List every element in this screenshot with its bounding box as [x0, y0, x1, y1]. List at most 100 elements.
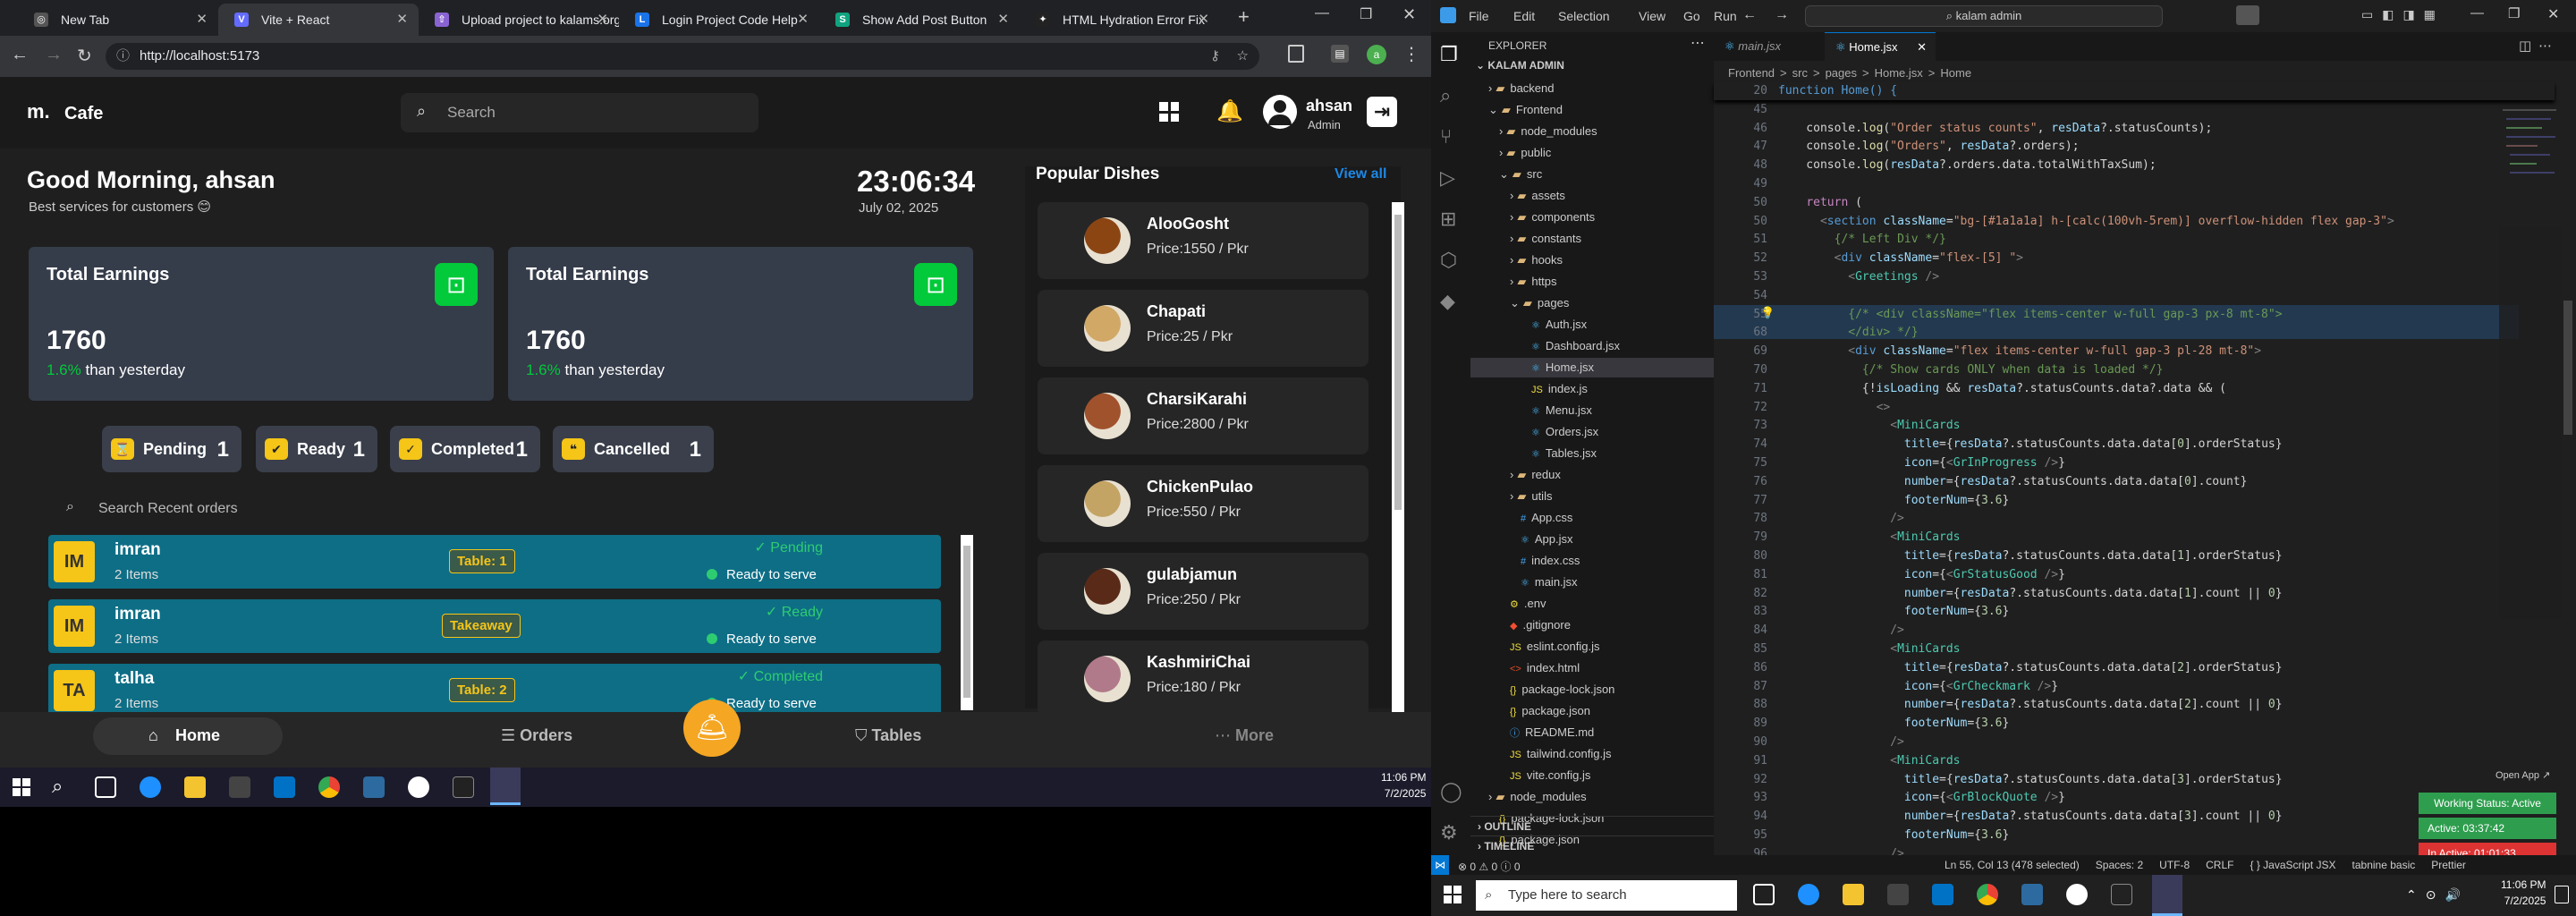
- close-window-button[interactable]: ✕: [2547, 5, 2559, 23]
- mail-icon[interactable]: [1932, 884, 1953, 905]
- dishes-scrollbar[interactable]: [1392, 202, 1404, 712]
- task-view-icon[interactable]: [95, 776, 116, 798]
- tree-item[interactable]: › ▰ https: [1470, 272, 1714, 292]
- edge-icon[interactable]: [140, 776, 161, 798]
- minimap[interactable]: [2499, 82, 2562, 619]
- search-icon[interactable]: ⌕: [1440, 84, 1451, 107]
- menu-item-selection[interactable]: Selection: [1558, 9, 1610, 23]
- tree-item[interactable]: ⚛ Orders.jsx: [1470, 422, 1714, 442]
- browser-tab[interactable]: ⇧ Upload project to kalams.org ✕: [419, 4, 619, 36]
- code-line[interactable]: console.log("Order status counts", resDa…: [1778, 122, 2212, 135]
- menu-item-view[interactable]: View: [1639, 9, 1665, 23]
- tree-item[interactable]: ⚛ Dashboard.jsx: [1470, 336, 1714, 356]
- maximize-button[interactable]: ❐: [2508, 5, 2520, 21]
- nav-tables[interactable]: ⛉ Tables: [855, 726, 921, 745]
- tree-item[interactable]: › ▰ node_modules: [1470, 122, 1714, 141]
- code-line[interactable]: </div> */}: [1778, 326, 1918, 339]
- forward-icon[interactable]: →: [45, 45, 63, 65]
- code-line[interactable]: title={resData?.statusCounts.data.data[3…: [1778, 773, 2283, 786]
- edge-icon[interactable]: [1798, 884, 1819, 905]
- code-line[interactable]: <MiniCards: [1778, 530, 1960, 544]
- chrome-menu-icon[interactable]: ⋮: [1402, 43, 1420, 65]
- minimize-button[interactable]: —: [2470, 5, 2484, 21]
- breadcrumb-part[interactable]: >: [1928, 66, 1936, 80]
- code-line[interactable]: {/* Left Div */}: [1778, 233, 1946, 246]
- tree-item[interactable]: ⚛ main.jsx: [1470, 572, 1714, 592]
- status-pill-pending[interactable]: ⌛ Pending 1: [102, 426, 242, 472]
- tree-item[interactable]: ⚛ Menu.jsx: [1470, 401, 1714, 420]
- orders-scrollbar[interactable]: [961, 535, 973, 710]
- code-line[interactable]: number={resData?.statusCounts.data.data[…: [1778, 698, 2283, 711]
- create-order-bell-button[interactable]: 🛎: [683, 700, 741, 757]
- status-pill-completed[interactable]: ✓ Completed 1: [390, 426, 540, 472]
- code-line[interactable]: <>: [1778, 401, 1891, 414]
- tree-item[interactable]: ⚙ .env: [1470, 594, 1714, 614]
- breadcrumb-part[interactable]: >: [1813, 66, 1820, 80]
- breadcrumb-part[interactable]: pages: [1826, 66, 1857, 80]
- source-control-icon[interactable]: ⑂: [1440, 125, 1452, 148]
- app-icon[interactable]: [408, 776, 429, 798]
- close-tab-icon[interactable]: ✕: [1198, 4, 1209, 36]
- tree-item[interactable]: JS eslint.config.js: [1470, 637, 1714, 657]
- vscode-task-icon[interactable]: [2152, 875, 2182, 916]
- more-actions-icon[interactable]: ⋯: [1690, 34, 1705, 52]
- status-item[interactable]: UTF-8: [2159, 859, 2190, 871]
- search-icon[interactable]: ⌕: [52, 775, 63, 798]
- chrome-icon[interactable]: [1977, 884, 1998, 905]
- code-line[interactable]: footerNum={3.6}: [1778, 717, 2009, 730]
- close-tab-icon[interactable]: ✕: [396, 4, 408, 36]
- back-icon[interactable]: ←: [1742, 7, 1757, 23]
- code-line[interactable]: console.log("Orders", resData?.orders);: [1778, 140, 2079, 153]
- code-line[interactable]: icon={<GrInProgress />}: [1778, 456, 2065, 470]
- status-pill-ready[interactable]: ✔ Ready 1: [256, 426, 377, 472]
- status-pill-cancelled[interactable]: ❝ Cancelled 1: [553, 426, 714, 472]
- browser-tab[interactable]: ✦ HTML Hydration Error Fix ✕: [1020, 4, 1220, 36]
- tree-item[interactable]: › ▰ backend: [1470, 79, 1714, 98]
- code-line[interactable]: />: [1778, 623, 1904, 637]
- code-line[interactable]: <Greetings />: [1778, 270, 1939, 284]
- system-tray-icons[interactable]: ⌃⊙🔊: [2406, 887, 2470, 903]
- file-explorer-icon[interactable]: [1843, 884, 1864, 905]
- browser-tab[interactable]: V Vite + React ✕: [218, 4, 419, 36]
- browser-tab[interactable]: L Login Project Code Help ✕: [619, 4, 819, 36]
- code-line[interactable]: <MiniCards: [1778, 754, 1960, 768]
- tree-item[interactable]: ◆ .gitignore: [1470, 615, 1714, 635]
- minimize-button[interactable]: —: [1315, 5, 1329, 21]
- menu-item-edit[interactable]: Edit: [1513, 9, 1535, 23]
- status-item[interactable]: Ln 55, Col 13 (478 selected): [1945, 859, 2080, 871]
- dish-card[interactable]: CharsiKarahi Price:2800 / Pkr: [1038, 377, 1368, 454]
- copilot-icon[interactable]: [2236, 5, 2259, 25]
- tree-item[interactable]: › ▰ utils: [1470, 487, 1714, 506]
- tree-item[interactable]: ⚛ Tables.jsx: [1470, 444, 1714, 463]
- back-icon[interactable]: ←: [11, 45, 29, 65]
- browser-tab[interactable]: S Show Add Post Button ✕: [819, 4, 1020, 36]
- code-line[interactable]: icon={<GrCheckmark />}: [1778, 680, 2058, 693]
- app-icon[interactable]: [2021, 884, 2043, 905]
- remote-icon[interactable]: ⬡: [1440, 249, 1457, 272]
- tree-item[interactable]: JS index.js: [1470, 379, 1714, 399]
- mail-icon[interactable]: [274, 776, 295, 798]
- tree-item[interactable]: {} package-lock.json: [1470, 680, 1714, 700]
- leaf-icon[interactable]: ◆: [1440, 290, 1455, 313]
- tree-item[interactable]: › ▰ public: [1470, 143, 1714, 163]
- account-icon[interactable]: ◯: [1440, 780, 1462, 803]
- explorer-icon[interactable]: ❐: [1440, 43, 1458, 66]
- file-explorer-icon[interactable]: [184, 776, 206, 798]
- nav-orders[interactable]: ☰ Orders: [501, 726, 572, 745]
- code-line[interactable]: />: [1778, 735, 1904, 749]
- key-icon[interactable]: ⚷: [1210, 43, 1220, 70]
- windows-start-icon[interactable]: [13, 778, 30, 796]
- dish-card[interactable]: gulabjamun Price:250 / Pkr: [1038, 553, 1368, 630]
- command-center[interactable]: ⌕ kalam admin: [1805, 5, 2163, 27]
- order-row[interactable]: IM imran 2 Items Takeaway ✓ Ready Ready to se…: [48, 599, 941, 653]
- tree-item[interactable]: # index.css: [1470, 551, 1714, 571]
- breadcrumb-part[interactable]: src: [1792, 66, 1808, 80]
- order-row[interactable]: IM imran 2 Items Table: 1 ✓ Pending Ready to …: [48, 535, 941, 589]
- close-tab-icon[interactable]: ✕: [597, 4, 608, 36]
- nav-home[interactable]: ⌂ Home: [93, 717, 283, 755]
- breadcrumb-part[interactable]: Home: [1940, 66, 1971, 80]
- windows-search-box[interactable]: ⌕ Type here to search: [1476, 880, 1737, 911]
- nav-more[interactable]: ⋯ More: [1215, 726, 1274, 745]
- code-line[interactable]: console.log(resData?.orders.data.totalWi…: [1778, 158, 2156, 172]
- code-line[interactable]: <section className="bg-[#1a1a1a] h-[calc…: [1778, 215, 2394, 228]
